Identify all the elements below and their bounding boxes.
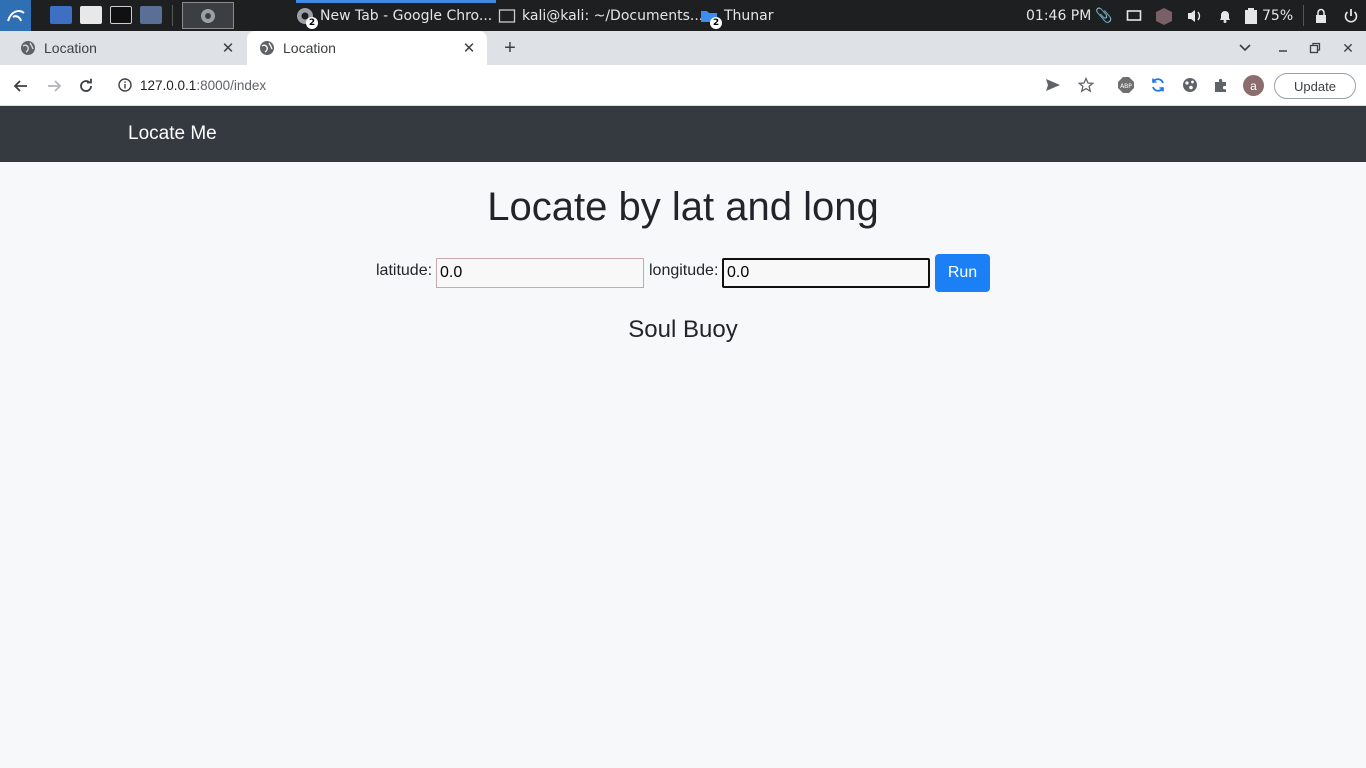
navbar-brand[interactable]: Locate Me [128, 123, 217, 145]
longitude-label: longitude: [649, 262, 719, 279]
workspace-switcher[interactable] [182, 2, 234, 29]
show-desktop-icon[interactable] [50, 6, 72, 24]
task-label: kali@kali: ~/Documents... [522, 7, 704, 24]
latitude-label: latitude: [376, 262, 433, 279]
longitude-input[interactable] [722, 258, 930, 288]
new-tab-button[interactable]: + [498, 36, 522, 60]
window-count-badge: 2 [306, 16, 318, 29]
globe-icon [260, 41, 274, 55]
adblock-icon[interactable]: ABP [1116, 75, 1136, 95]
battery-percent: 75% [1262, 7, 1294, 24]
notification-bell-icon[interactable] [1217, 0, 1233, 31]
clock-text: 01:46 PM [1026, 7, 1092, 24]
task-thunar[interactable]: 2 Thunar [700, 0, 774, 31]
url-path: :8000/index [196, 77, 267, 93]
chrome-icon [201, 8, 215, 23]
task-label: New Tab - Google Chro... [320, 7, 493, 24]
folder-icon: 2 [700, 7, 722, 29]
screen-icon[interactable] [1126, 0, 1142, 31]
terminal-icon[interactable] [110, 6, 132, 24]
page-title: Locate by lat and long [487, 185, 879, 229]
page-body: Locate by lat and long latitude: longitu… [0, 162, 1366, 768]
url-host: 127.0.0.1 [140, 77, 197, 93]
reload-button[interactable] [72, 72, 100, 100]
site-navbar: Locate Me [0, 106, 1366, 162]
tab-location-1[interactable]: Location ✕ [8, 31, 246, 65]
volume-icon[interactable] [1186, 0, 1204, 31]
globe-icon [21, 41, 35, 55]
arrow-right-icon [48, 80, 62, 92]
lock-icon[interactable] [1314, 0, 1328, 31]
svg-text:ABP: ABP [1120, 83, 1132, 90]
kali-menu-icon[interactable] [0, 0, 31, 31]
forward-button[interactable] [40, 72, 68, 100]
task-label: Thunar [724, 7, 774, 24]
close-icon[interactable]: ✕ [218, 38, 238, 58]
taskbar-separator [1303, 5, 1304, 26]
info-icon[interactable] [118, 78, 132, 92]
send-icon[interactable] [1043, 75, 1063, 95]
package-icon[interactable] [1154, 0, 1174, 31]
paperclip-icon[interactable]: 📎 [1095, 0, 1112, 31]
file-manager-icon[interactable] [80, 6, 102, 24]
latitude-input[interactable] [436, 258, 644, 288]
run-button[interactable]: Run [935, 254, 990, 292]
sync-icon[interactable] [1148, 75, 1168, 95]
battery-indicator[interactable]: 75% [1244, 0, 1293, 31]
avatar-initial: a [1250, 78, 1257, 93]
chrome-icon: 2 [296, 7, 318, 29]
taskbar-separator [172, 5, 173, 26]
battery-icon [1245, 7, 1257, 24]
extensions-puzzle-icon[interactable] [1211, 75, 1231, 95]
arrow-left-icon [13, 80, 27, 92]
back-button[interactable] [7, 72, 35, 100]
tab-location-2[interactable]: Location ✕ [247, 31, 487, 65]
window-count-badge: 2 [710, 16, 722, 29]
terminal-icon [498, 7, 516, 25]
browser-toolbar: 127.0.0.1:8000/index ABP a Update [0, 65, 1366, 106]
os-taskbar: 2 New Tab - Google Chro... kali@kali: ~/… [0, 0, 1366, 31]
profile-avatar[interactable]: a [1243, 75, 1264, 96]
locate-form: latitude: longitude: Run [0, 254, 1366, 292]
tab-title: Location [283, 40, 336, 56]
bookmark-star-icon[interactable] [1076, 75, 1096, 95]
window-close-icon[interactable]: ✕ [1336, 36, 1360, 60]
restore-icon[interactable] [1303, 36, 1327, 60]
task-chrome[interactable]: 2 New Tab - Google Chro... [296, 0, 497, 31]
update-button[interactable]: Update [1274, 73, 1356, 99]
reload-icon [80, 78, 92, 92]
tab-search-icon[interactable] [1233, 36, 1257, 60]
logout-icon[interactable] [1343, 0, 1359, 31]
extension-globe-icon[interactable] [1180, 75, 1200, 95]
tab-title: Location [44, 40, 97, 56]
close-icon[interactable]: ✕ [459, 38, 479, 58]
minimize-icon[interactable] [1271, 36, 1295, 60]
browser-tabstrip: Location ✕ Location ✕ + ✕ [0, 31, 1366, 65]
clock[interactable]: 01:46 PM [1026, 0, 1091, 31]
result-text: Soul Buoy [628, 316, 738, 343]
task-terminal[interactable]: kali@kali: ~/Documents... [498, 0, 703, 31]
address-bar[interactable]: 127.0.0.1:8000/index [108, 70, 1038, 100]
display-settings-icon[interactable] [140, 6, 162, 24]
